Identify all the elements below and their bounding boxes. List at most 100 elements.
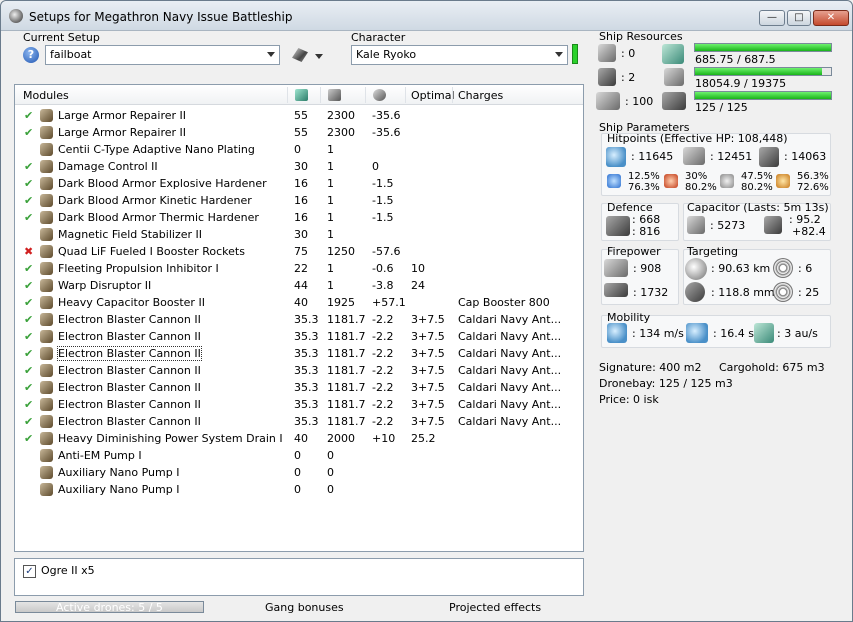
gang-bonuses-button[interactable]: Gang bonuses [265,601,344,614]
table-row[interactable]: Magnetic Field Stabilizer II 30 1 [15,226,583,243]
header-modules[interactable]: Modules [23,89,69,102]
check-icon: ✔ [24,381,34,394]
table-row[interactable]: ✔ Damage Control II 30 1 0 [15,158,583,175]
module-cpu: 75 [294,245,308,258]
table-row[interactable]: Auxiliary Nano Pump I 0 0 [15,481,583,498]
volley-icon [604,283,628,297]
table-row[interactable]: ✔ Electron Blaster Cannon II 35.3 1181.7 -2.… [15,396,583,413]
drone-checkbox[interactable]: ✓ [23,565,36,578]
tools-dropdown-icon[interactable] [315,54,323,59]
module-power: 1181.7 [327,347,366,360]
module-power: 2300 [327,109,355,122]
table-row[interactable]: Centii C-Type Adaptive Nano Plating 0 1 [15,141,583,158]
table-row[interactable]: ✔ Electron Blaster Cannon II 35.3 1181.7 -2.… [15,413,583,430]
table-row[interactable]: Anti-EM Pump I 0 0 [15,447,583,464]
kinetic-resist-icon [720,174,734,188]
module-power: 1 [327,177,334,190]
module-power: 1181.7 [327,330,366,343]
module-power: 1 [327,228,334,241]
projected-effects-button[interactable]: Projected effects [449,601,541,614]
targeting-range: : 90.63 km [711,262,771,275]
module-name: Electron Blaster Cannon II [58,313,201,326]
module-power: 1925 [327,296,355,309]
table-row[interactable]: ✔ Dark Blood Armor Thermic Hardener 16 1 -1.… [15,209,583,226]
check-icon: ✔ [24,126,34,139]
turret-slots: : 0 [621,47,636,60]
table-row[interactable]: ✔ Dark Blood Armor Kinetic Hardener 16 1 -1.… [15,192,583,209]
module-power: 1181.7 [327,381,366,394]
module-cpu: 0 [294,143,301,156]
module-cpu: 35.3 [294,415,319,428]
capacitor-recharge-icon [764,216,782,234]
module-cpu: 35.3 [294,330,319,343]
header-charges[interactable]: Charges [458,89,503,102]
module-cpu: 55 [294,109,308,122]
table-row[interactable]: ✔ Warp Disruptor II 44 1 -3.8 24 [15,277,583,294]
table-row[interactable]: ✔ Large Armor Repairer II 55 2300 -35.6 [15,107,583,124]
module-power: 1 [327,211,334,224]
table-row[interactable]: ✔ Fleeting Propulsion Inhibitor I 22 1 -0.6 1… [15,260,583,277]
drone-item[interactable]: Ogre II x5 [41,564,95,577]
module-power: 1181.7 [327,313,366,326]
cpu-value: 685.75 / 687.5 [695,53,776,66]
table-row[interactable]: ✔ Electron Blaster Cannon II 35.3 1181.7 -2.… [15,311,583,328]
module-icon [40,245,53,258]
character-select[interactable]: Kale Ryoko [351,45,568,65]
modules-table[interactable]: Modules Optimal Charges ✔ Large Armor Rep… [14,84,584,552]
power-column-icon[interactable] [328,89,341,101]
module-cpu: 16 [294,177,308,190]
table-row[interactable]: ✔ Heavy Capacitor Booster II 40 1925 +57.1 Ca… [15,294,583,311]
tools-icon[interactable] [292,48,308,62]
module-name: Centii C-Type Adaptive Nano Plating [58,143,255,156]
drones-list[interactable]: ✓ Ogre II x5 [14,558,584,596]
module-power: 0 [327,466,334,479]
module-icon [40,330,53,343]
cpu-bar [694,43,832,52]
capacitor-column-icon[interactable] [373,89,386,101]
table-row[interactable]: ✔ Large Armor Repairer II 55 2300 -35.6 [15,124,583,141]
header-optimal[interactable]: Optimal [411,89,455,102]
module-capacitor: -2.2 [372,313,394,326]
module-optimal: 24 [411,279,425,292]
module-name: Dark Blood Armor Thermic Hardener [58,211,259,224]
table-row[interactable]: ✔ Dark Blood Armor Explosive Hardener 16 1 -… [15,175,583,192]
check-icon: ✔ [24,279,34,292]
help-icon[interactable]: ? [23,47,39,63]
cpu-column-icon[interactable] [295,89,308,101]
module-cpu: 35.3 [294,364,319,377]
module-capacitor: +10 [372,432,396,445]
module-name: Damage Control II [58,160,158,173]
calibration-bar [694,91,832,100]
explosive-resist-armor: 72.6% [797,182,829,193]
max-targets: : 6 [798,262,813,275]
close-button[interactable]: ✕ [813,10,849,26]
firepower-label: Firepower [607,245,661,258]
drone-bandwidth: : 100 [625,95,654,108]
module-name: Electron Blaster Cannon II [58,415,201,428]
table-row[interactable]: ✔ Electron Blaster Cannon II 35.3 1181.7 -2.… [15,328,583,345]
em-resist-armor: 76.3% [628,182,660,193]
table-row[interactable]: ✔ Electron Blaster Cannon II 35.3 1181.7 -2.… [15,379,583,396]
powergrid-value: 18054.9 / 19375 [695,77,787,90]
maximize-button[interactable]: □ [787,10,811,26]
sensor-strength: : 25 [798,286,820,299]
module-icon [40,432,53,445]
thermal-resist-icon [664,174,678,188]
title-bar: Setups for Megathron Navy Issue Battlesh… [1,1,852,31]
setup-select[interactable]: failboat [45,45,280,65]
module-optimal: 3+7.5 [411,330,445,343]
module-optimal: 3+7.5 [411,364,445,377]
module-power: 1 [327,279,334,292]
powergrid-icon [664,68,684,86]
table-row[interactable]: ✖ Quad LiF Fueled I Booster Rockets 75 1250… [15,243,583,260]
chevron-down-icon [555,52,563,57]
table-row[interactable]: ✔ Electron Blaster Cannon II 35.3 1181.7 -2.… [15,362,583,379]
module-icon [40,126,53,139]
table-row[interactable]: ✔ Electron Blaster Cannon II 35.3 1181.7 -2.… [15,345,583,362]
module-capacitor: -1.5 [372,194,394,207]
table-row[interactable]: Auxiliary Nano Pump I 0 0 [15,464,583,481]
table-row[interactable]: ✔ Heavy Diminishing Power System Drain I 4… [15,430,583,447]
scan-resolution-icon [685,282,705,302]
minimize-button[interactable]: — [759,10,785,26]
module-capacitor: -2.2 [372,381,394,394]
